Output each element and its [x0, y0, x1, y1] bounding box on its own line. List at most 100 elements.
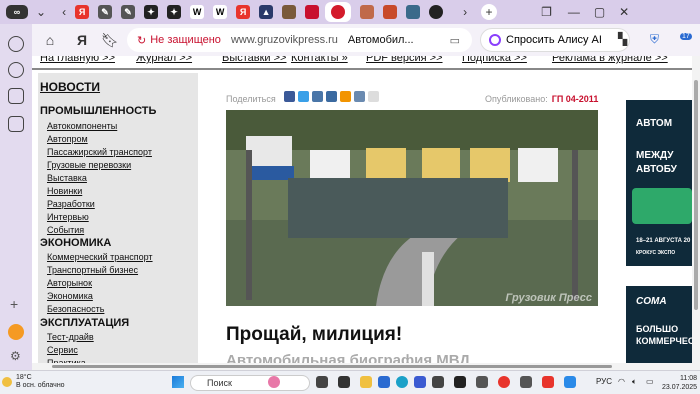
tab-switcher-icon[interactable]: ∞ [6, 5, 28, 19]
liveinternet-share-icon[interactable] [368, 91, 379, 102]
shield-icon[interactable]: ⛨ [650, 32, 659, 47]
issue-link[interactable]: ГП 04-2011 [552, 94, 599, 104]
sidebar-collections-icon[interactable] [8, 36, 24, 52]
tab-mountain-icon[interactable]: ▲ [259, 5, 274, 19]
mail2-icon[interactable] [564, 376, 576, 388]
sidebar-link[interactable]: Автопром [47, 134, 88, 144]
facebook-share-icon[interactable] [284, 91, 295, 102]
scroll-tabs-right-icon[interactable]: › [463, 5, 467, 19]
tab-yandex2-icon[interactable]: Я [236, 5, 251, 19]
blogger-share-icon[interactable] [326, 91, 337, 102]
sidebar-link[interactable]: Безопасность [47, 304, 104, 314]
url-field[interactable]: ↻ Не защищено www.gruzovikpress.ru Автом… [127, 28, 472, 52]
task-view-icon[interactable] [316, 376, 328, 388]
ad-banner-bottom[interactable]: COMA БОЛЬШО КОММЕРЧЕС [626, 286, 692, 370]
tab-dark-icon[interactable] [429, 5, 444, 19]
edge-icon[interactable] [396, 376, 408, 388]
tab-active-gruzovik[interactable] [325, 2, 352, 22]
vk-share-icon[interactable] [312, 91, 323, 102]
sidebar-link[interactable]: Экономика [47, 291, 93, 301]
sidebar-history-icon[interactable] [8, 62, 24, 78]
sidebar-link[interactable]: Коммерческий транспорт [47, 252, 153, 262]
nav-advertising-link[interactable]: Реклама в журнале >> [552, 56, 668, 64]
tab-yandex-icon[interactable]: Я [75, 5, 90, 19]
new-tab-plus-icon[interactable]: + [481, 4, 498, 20]
tab-wiki-icon[interactable]: W [190, 5, 205, 19]
horizontal-scroll-thumb[interactable] [52, 365, 612, 368]
minimize-icon[interactable]: — [568, 5, 580, 19]
sidebar-link[interactable]: События [47, 225, 84, 235]
explorer-icon[interactable] [338, 376, 350, 388]
tab-image-icon[interactable] [406, 5, 421, 19]
sidebar-bookmarks-icon[interactable] [8, 88, 24, 104]
tray-lang[interactable]: РУС [596, 377, 612, 386]
sidebar-link[interactable]: Авторынок [47, 278, 92, 288]
sidebar-link[interactable]: Новинки [47, 186, 82, 196]
close-window-icon[interactable]: ✕ [619, 5, 629, 19]
tab-wiki2-icon[interactable]: W [213, 5, 228, 19]
yandex-home-icon[interactable]: ⌂ [38, 28, 62, 52]
game-icon[interactable] [454, 376, 466, 388]
sidebar-link[interactable]: Транспортный бизнес [47, 265, 138, 275]
reload-icon[interactable]: ↻ [137, 34, 146, 47]
sidebar-link[interactable]: Выставка [47, 173, 87, 183]
restore-icon[interactable]: ▢ [594, 5, 605, 19]
sidebar-app-icon[interactable] [8, 324, 24, 340]
taskbar-search[interactable]: Поиск [190, 375, 310, 391]
tab-red-icon[interactable] [305, 5, 320, 19]
store-icon[interactable] [414, 376, 426, 388]
sidebar-link[interactable]: Тест-драйв [47, 332, 94, 342]
alisa-button[interactable]: Спросить Алису АI [480, 28, 630, 52]
sidebar-link[interactable]: Грузовые перевозки [47, 160, 131, 170]
ad-banner-top[interactable]: АВТОМ МЕЖДУ АВТОБУ 18–21 АВГУСТА 20 КРОК… [626, 100, 692, 266]
tab-photo-icon[interactable] [282, 5, 297, 19]
camera-app-icon[interactable] [476, 376, 488, 388]
nav-journal-link[interactable]: Журнал >> [136, 56, 192, 64]
window-tile-icon[interactable]: ❐ [541, 5, 552, 19]
nav-subscription-link[interactable]: Подписка >> [462, 56, 527, 64]
yandex-browser-icon[interactable] [542, 376, 554, 388]
weather-icon[interactable] [2, 377, 12, 387]
vertical-scrollbar[interactable] [692, 56, 700, 370]
livejournal-share-icon[interactable] [354, 91, 365, 102]
battery-icon[interactable]: ▭ [646, 377, 654, 386]
sidebar-link[interactable]: Интервью [47, 212, 89, 222]
nav-pdf-link[interactable]: PDF версия >> [366, 56, 443, 64]
nav-home-link[interactable]: На главную >> [40, 56, 115, 64]
downloads-badge[interactable]: 17 [680, 33, 692, 40]
mail-icon[interactable] [378, 376, 390, 388]
bookmark-icon[interactable]: 🔖︎ [98, 28, 122, 52]
tab-landscape-icon[interactable] [360, 5, 375, 19]
sidebar-news-link[interactable]: НОВОСТИ [40, 80, 100, 94]
taskbar-clock[interactable]: 11:08 23.07.2025 [662, 374, 697, 392]
twitter-share-icon[interactable] [298, 91, 309, 102]
folder-icon[interactable] [360, 376, 372, 388]
start-icon[interactable] [172, 376, 184, 388]
odnoklassniki-share-icon[interactable] [340, 91, 351, 102]
volume-icon[interactable]: 🔈︎ [632, 377, 637, 387]
horizontal-scrollbar[interactable] [32, 363, 692, 370]
sidebar-link[interactable]: Сервис [47, 345, 78, 355]
tab-pen-icon[interactable]: ✎ [98, 5, 113, 19]
weather-widget[interactable]: 18°C В осн. облачно [16, 374, 65, 390]
tab-pen2-icon[interactable]: ✎ [121, 5, 136, 19]
sidebar-camera-icon[interactable] [8, 116, 24, 132]
yandex-logo-icon[interactable]: Я [70, 28, 94, 52]
app-icon[interactable] [432, 376, 444, 388]
sidebar-link[interactable]: Пассажирский транспорт [47, 147, 152, 157]
opera-icon[interactable] [498, 376, 510, 388]
tab-sunset-icon[interactable] [383, 5, 398, 19]
extensions-icon[interactable]: ▚ [618, 32, 627, 46]
sidebar-link[interactable]: Разработки [47, 199, 95, 209]
article-photo[interactable]: Грузовик Пресс [226, 110, 598, 306]
tab-sparkle-icon[interactable]: ✦ [144, 5, 159, 19]
security-warning[interactable]: Не защищено [150, 34, 221, 46]
tabs-menu-chevron-icon[interactable]: ⌄ [36, 5, 46, 19]
nav-contacts-link[interactable]: Контакты » [291, 56, 348, 64]
tab-sparkle2-icon[interactable]: ✦ [167, 5, 182, 19]
vertical-scroll-thumb[interactable] [694, 80, 698, 310]
page-bookmark-icon[interactable]: ▭ [450, 34, 460, 47]
sidebar-settings-icon[interactable]: ⚙ [10, 349, 21, 363]
sidebar-link[interactable]: Автокомпоненты [47, 121, 117, 131]
sidebar-add-icon[interactable]: + [10, 296, 18, 312]
